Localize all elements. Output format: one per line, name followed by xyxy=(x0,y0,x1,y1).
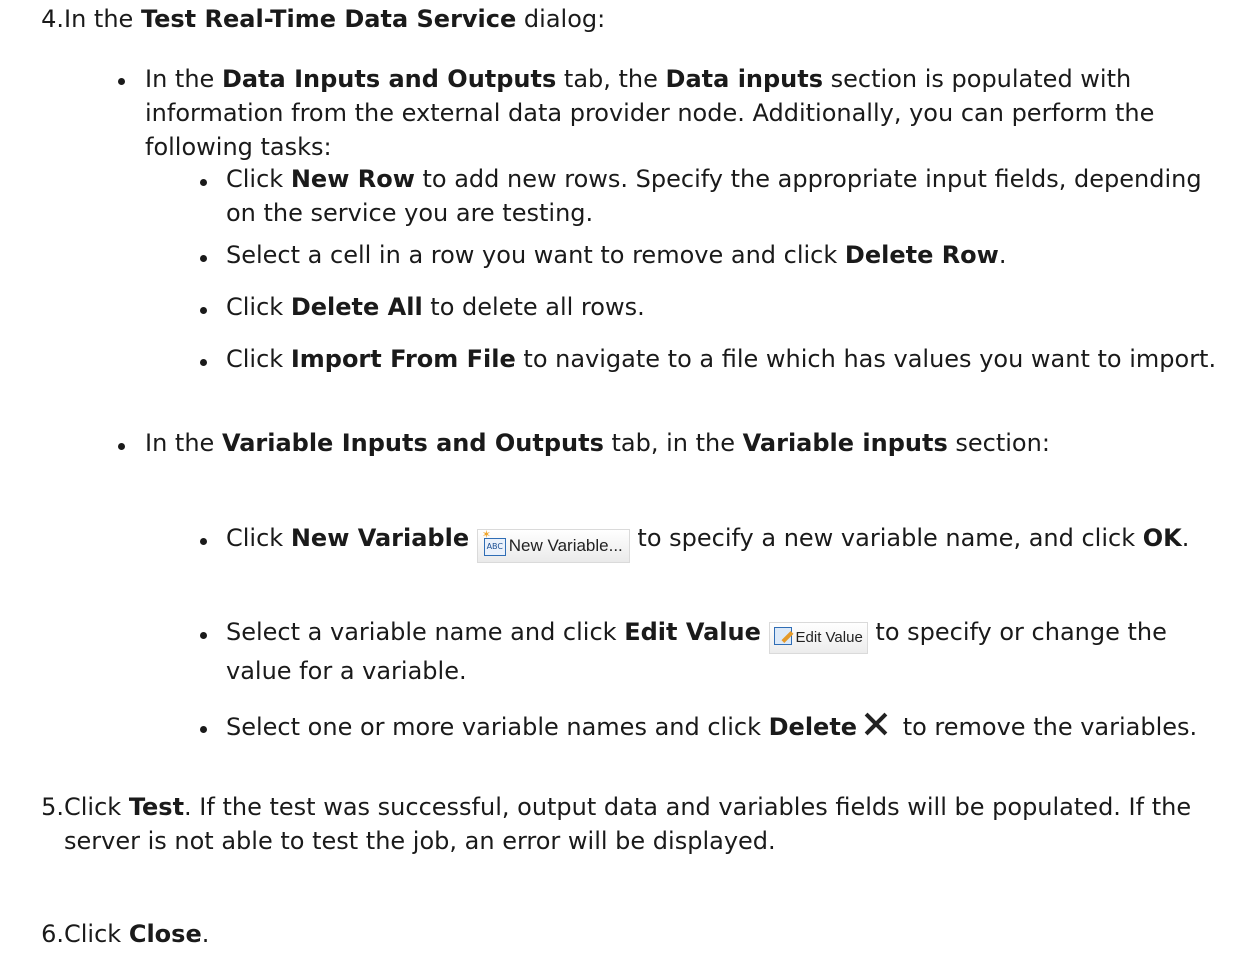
text: Select one or more variable names and cl… xyxy=(226,713,769,741)
text: Select a cell in a row you want to remov… xyxy=(226,241,845,269)
section-name: Data inputs xyxy=(665,65,824,93)
step-number: 6. xyxy=(41,920,64,948)
bullet-dot xyxy=(200,632,207,639)
action-name: Delete xyxy=(768,713,858,741)
text: Select a variable name and click xyxy=(226,618,625,646)
sub-bullet-import: Click Import From File to navigate to a … xyxy=(226,342,1218,376)
bullet-variable-inputs: In the Variable Inputs and Outputs tab, … xyxy=(145,426,1218,460)
text: section: xyxy=(947,429,1050,457)
bullet-dot xyxy=(200,307,207,314)
action-name: New Variable xyxy=(290,524,470,552)
button-label: New Variable... xyxy=(508,536,623,555)
sub-bullet-delete-all: Click Delete All to delete all rows. xyxy=(226,290,1218,324)
bullet-dot xyxy=(200,538,207,545)
text: to delete all rows. xyxy=(422,293,645,321)
action-name: New Row xyxy=(290,165,415,193)
action-name: Delete All xyxy=(290,293,423,321)
action-name: Import From File xyxy=(290,345,516,373)
tab-name: Variable Inputs and Outputs xyxy=(221,429,604,457)
text: Click xyxy=(64,793,129,821)
bullet-dot xyxy=(200,359,207,366)
bullet-dot xyxy=(118,443,125,450)
text: Click xyxy=(226,165,291,193)
text: In the xyxy=(145,429,222,457)
text: In the xyxy=(145,65,222,93)
action-name: Edit Value xyxy=(624,618,761,646)
text: tab, in the xyxy=(603,429,743,457)
text: to remove the variables. xyxy=(895,713,1198,741)
edit-value-icon xyxy=(773,627,794,645)
text: . xyxy=(998,241,1007,269)
section-name: Variable inputs xyxy=(742,429,948,457)
text: to navigate to a file which has values y… xyxy=(515,345,1217,373)
tab-name: Data Inputs and Outputs xyxy=(221,65,557,93)
action-name: Test xyxy=(128,793,185,821)
button-label: Edit Value xyxy=(795,629,863,646)
step-text: In the Test Real-Time Data Service dialo… xyxy=(64,2,1208,36)
action-name: Delete Row xyxy=(844,241,999,269)
new-variable-button[interactable]: ✶ ABC New Variable... xyxy=(476,529,630,563)
dialog-name: Test Real-Time Data Service xyxy=(140,5,517,33)
text: . If the test was successful, output dat… xyxy=(64,793,1192,855)
text: Click xyxy=(226,524,291,552)
bullet-data-inputs: In the Data Inputs and Outputs tab, the … xyxy=(145,62,1218,164)
step-number: 4. xyxy=(41,5,64,33)
document: 4. In the Test Real-Time Data Service di… xyxy=(0,0,1238,963)
text: dialog: xyxy=(516,5,606,33)
sub-bullet-edit-value: Select a variable name and click Edit Va… xyxy=(226,615,1218,688)
action-name: OK xyxy=(1142,524,1182,552)
bullet-dot xyxy=(200,255,207,262)
edit-value-button[interactable]: Edit Value xyxy=(768,622,868,654)
text: to specify a new variable name, and clic… xyxy=(629,524,1143,552)
action-name: Close xyxy=(128,920,202,948)
step-text: Click Close. xyxy=(64,917,1208,951)
bullet-dot xyxy=(118,78,125,85)
text: tab, the xyxy=(556,65,666,93)
text: Click xyxy=(64,920,129,948)
new-variable-icon: ✶ ABC xyxy=(482,529,506,556)
sub-bullet-delete-row: Select a cell in a row you want to remov… xyxy=(226,238,1218,272)
bullet-dot xyxy=(200,179,207,186)
text: . xyxy=(1181,524,1190,552)
bullet-dot xyxy=(200,726,207,733)
sub-bullet-new-row: Click New Row to add new rows. Specify t… xyxy=(226,162,1218,230)
sub-bullet-delete: Select one or more variable names and cl… xyxy=(226,709,1218,744)
text: Click xyxy=(226,345,291,373)
step-number: 5. xyxy=(41,793,64,821)
text: Click xyxy=(226,293,291,321)
delete-x-icon[interactable] xyxy=(861,709,891,739)
text: . xyxy=(201,920,210,948)
step-text: Click Test. If the test was successful, … xyxy=(64,790,1208,858)
text: In the xyxy=(64,5,141,33)
sub-bullet-new-variable: Click New Variable ✶ ABC New Variable... t… xyxy=(226,521,1218,563)
